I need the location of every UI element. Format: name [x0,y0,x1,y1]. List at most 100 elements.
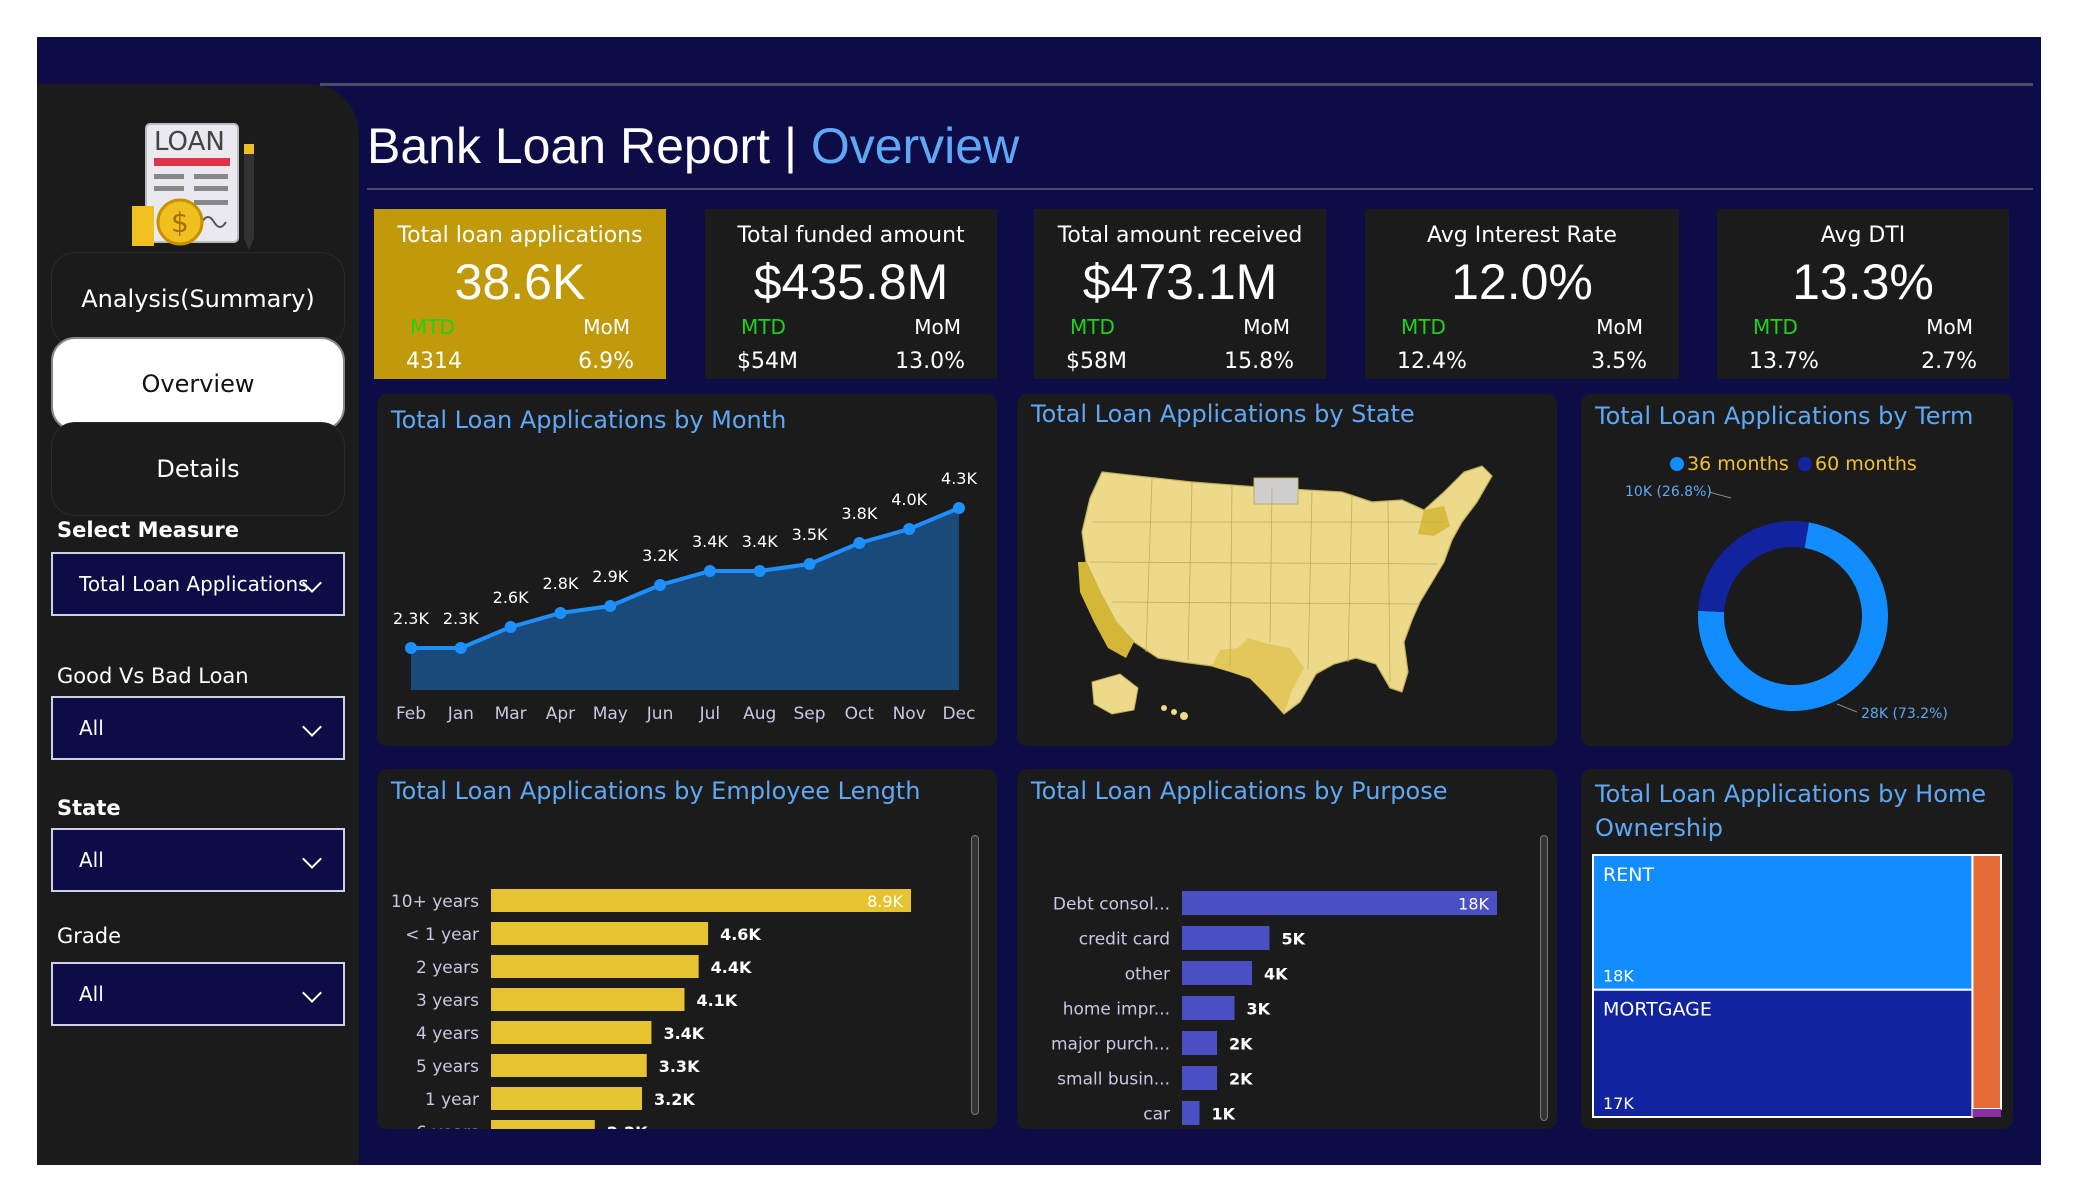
sidebar: LOAN $ Analysis(Summary) Overview Detail… [37,84,359,1165]
good-bad-loan-value: All [79,716,104,740]
month-point[interactable] [405,642,417,654]
purpose-data-label: 2K [1229,1070,1253,1089]
emp-category-label: 5 years [416,1057,479,1077]
month-point[interactable] [753,565,766,577]
page-title: Bank Loan Report | Overview [367,117,1019,175]
kpi-mtd-value: $54M [737,349,798,374]
term-leader-line [1836,703,1858,713]
month-data-label: 2.9K [592,567,628,586]
nav-overview-button[interactable]: Overview [51,337,345,431]
chevron-down-icon [302,717,322,737]
kpi-title: Total funded amount [737,223,965,248]
purpose-bar[interactable] [1182,1101,1200,1125]
nav-analysis-summary-button[interactable]: Analysis(Summary) [51,252,345,346]
kpi-card-applications[interactable]: Total loan applications 38.6K MTD MoM 43… [374,209,666,379]
purpose-bar-chart[interactable]: Debt consol... 18K credit card 5K other 4K hom… [1017,769,1557,1129]
purpose-bar[interactable] [1182,1066,1217,1090]
emp-bar[interactable] [491,1087,643,1110]
purpose-bar[interactable] [1182,961,1252,985]
emp-category-label: 3 years [416,991,479,1011]
month-data-label: 3.4K [692,532,728,551]
kpi-mom-value: 6.9% [578,349,634,374]
month-point[interactable] [703,565,716,577]
month-tick-label: Sep [794,704,826,724]
purpose-bar[interactable] [1182,891,1497,915]
emp-length-bar-chart[interactable]: 10+ years 8.9K < 1 year 4.6K 2 years 4.4K 3 ye… [377,769,997,1129]
purpose-data-label: 4K [1264,965,1288,984]
purpose-category-label: car [1143,1105,1170,1125]
state-value: All [79,848,104,872]
purpose-bar[interactable] [1182,996,1235,1020]
kpi-value: 13.3% [1792,254,1934,310]
purpose-category-label: small busin... [1057,1070,1170,1090]
good-bad-loan-dropdown[interactable]: All [51,696,345,760]
month-point[interactable] [604,600,617,612]
select-measure-value: Total Loan Applications [79,572,309,596]
month-point[interactable] [654,579,667,591]
emp-category-label: 2 years [416,958,479,978]
purpose-category-label: credit card [1079,930,1170,950]
nav-details-label: Details [156,455,240,483]
emp-data-label: 3.2K [654,1090,695,1109]
emp-bar[interactable] [491,1054,647,1077]
kpi-mtd-label: MTD [410,315,455,339]
term-donut-chart[interactable]: 36 months 60 months 10K (26.8%) 28K (73.2%) [1581,394,2013,746]
month-data-label: 3.8K [841,504,877,523]
home-ownership-treemap[interactable]: RENT 18K MORTGAGE 17K [1581,769,2013,1129]
month-point[interactable] [853,537,866,549]
kpi-mtd-label: MTD [1401,315,1446,339]
panel-title-state: Total Loan Applications by State [1031,400,1415,428]
kpi-card-interest-rate[interactable]: Avg Interest Rate 12.0% MTD MoM 12.4% 3.… [1365,209,1679,379]
treemap-own-block[interactable] [1971,854,2003,1110]
grade-value: All [79,982,104,1006]
purpose-data-label: 18K [1458,895,1489,914]
month-point[interactable] [803,558,816,570]
emp-bar[interactable] [491,955,699,978]
term-slice-60-months[interactable] [1698,521,1809,613]
month-point[interactable] [554,607,567,619]
emp-bar[interactable] [491,889,911,912]
dashboard-frame: LOAN $ Analysis(Summary) Overview Detail… [37,37,2041,1165]
month-tick-label: May [593,704,628,724]
month-area-chart[interactable]: 2.3K Feb 2.3K Jan 2.6K Mar 2.8K Apr 2.9K May 3.2K J… [377,394,997,746]
kpi-mtd-label: MTD [1753,315,1798,339]
kpi-mom-value: 13.0% [895,349,965,374]
month-point[interactable] [504,621,517,633]
purpose-bar[interactable] [1182,1031,1217,1055]
treemap-mortgage-name: MORTGAGE [1603,999,1712,1021]
kpi-card-dti[interactable]: Avg DTI 13.3% MTD MoM 13.7% 2.7% [1717,209,2009,379]
emp-bar[interactable] [491,1120,595,1129]
emp-bar[interactable] [491,988,685,1011]
us-map[interactable] [1072,452,1512,732]
kpi-mtd-value: 12.4% [1397,349,1467,374]
emp-data-label: 8.9K [867,892,903,911]
emp-bar[interactable] [491,1021,652,1044]
emp-bar[interactable] [491,922,709,945]
emp-scrollbar[interactable] [971,835,979,1115]
kpi-card-funded[interactable]: Total funded amount $435.8M MTD MoM $54M… [705,209,997,379]
emp-category-label: 6 years [416,1123,479,1129]
north-dakota-shape [1253,477,1299,505]
select-measure-dropdown[interactable]: Total Loan Applications [51,552,345,616]
month-point[interactable] [953,502,965,514]
purpose-scrollbar[interactable] [1540,835,1548,1121]
kpi-mom-label: MoM [583,315,630,339]
treemap-other-block[interactable] [1972,1109,2001,1117]
panel-by-state: Total Loan Applications by State [1017,394,1557,746]
emp-data-label: 4.6K [720,925,761,944]
emp-data-label: 3.4K [663,1024,704,1043]
kpi-card-received[interactable]: Total amount received $473.1M MTD MoM $5… [1034,209,1326,379]
month-point[interactable] [903,523,916,535]
grade-dropdown[interactable]: All [51,962,345,1026]
state-dropdown[interactable]: All [51,828,345,892]
month-tick-label: Jul [699,704,721,724]
month-tick-label: Jun [646,704,674,724]
panel-by-month: Total Loan Applications by Month 2.3K Feb… [377,394,997,746]
purpose-bar[interactable] [1182,926,1270,950]
emp-category-label: 1 year [425,1090,479,1110]
purpose-category-label: Debt consol... [1053,895,1170,915]
nav-details-button[interactable]: Details [51,422,345,516]
month-point[interactable] [454,642,467,654]
page-title-main: Bank Loan Report | [367,118,811,174]
nav-overview-label: Overview [141,370,255,398]
